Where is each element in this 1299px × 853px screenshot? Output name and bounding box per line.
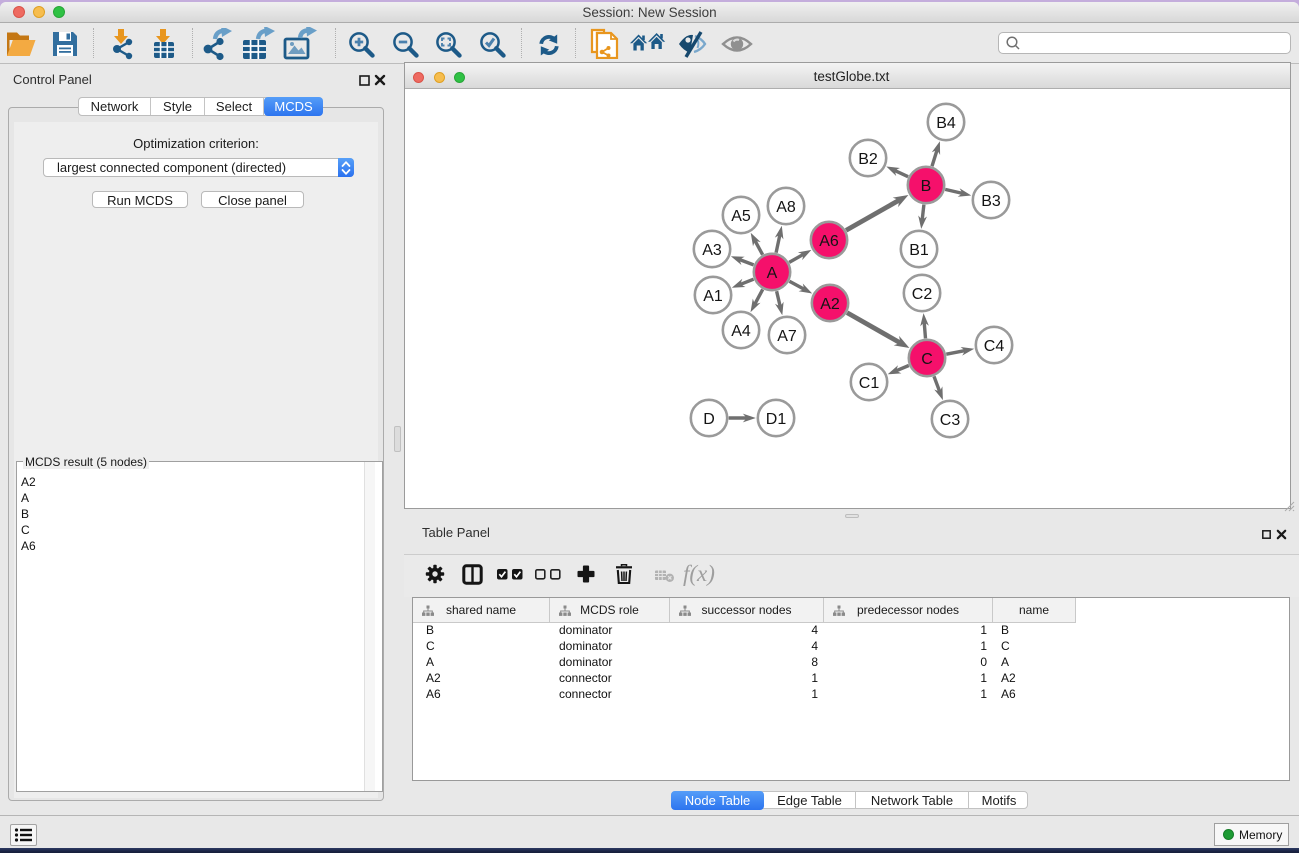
svg-text:C3: C3 [940, 412, 961, 429]
svg-text:B: B [921, 178, 932, 195]
svg-text:A8: A8 [776, 199, 796, 216]
svg-text:A6: A6 [819, 233, 839, 250]
svg-text:A1: A1 [703, 288, 723, 305]
svg-text:C4: C4 [984, 338, 1005, 355]
svg-text:A4: A4 [731, 323, 751, 340]
svg-text:B1: B1 [909, 242, 929, 259]
svg-text:A3: A3 [702, 242, 722, 259]
svg-text:A: A [767, 265, 778, 282]
svg-text:C1: C1 [859, 375, 880, 392]
svg-text:A7: A7 [777, 328, 797, 345]
svg-text:B3: B3 [981, 193, 1001, 210]
svg-text:A5: A5 [731, 208, 751, 225]
svg-text:B4: B4 [936, 115, 956, 132]
svg-text:D: D [703, 411, 715, 428]
svg-text:C2: C2 [912, 286, 933, 303]
svg-text:A2: A2 [820, 296, 840, 313]
svg-text:B2: B2 [858, 151, 878, 168]
svg-text:D1: D1 [766, 411, 787, 428]
svg-text:C: C [921, 351, 933, 368]
